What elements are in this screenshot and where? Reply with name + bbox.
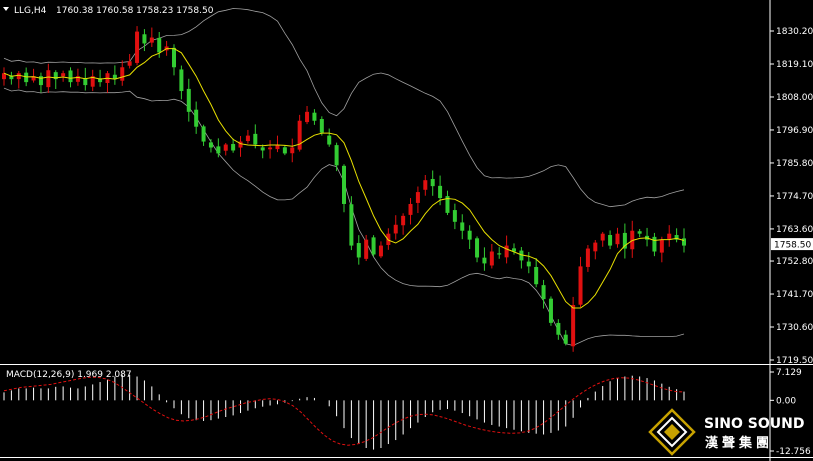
candle-body bbox=[378, 245, 383, 257]
candle-body bbox=[194, 109, 199, 127]
logo-chinese: 漢聲集團 bbox=[705, 435, 773, 451]
candle-body bbox=[452, 210, 457, 222]
current-price-marker: 1758.50 bbox=[771, 238, 813, 251]
ohlc-readout: 1760.38 1760.58 1758.23 1758.50 bbox=[56, 6, 214, 16]
candle-body bbox=[659, 239, 664, 253]
candle-body bbox=[297, 120, 302, 150]
candle-body bbox=[172, 47, 176, 68]
price-tick-label: 1830.20 bbox=[776, 27, 813, 37]
candle-body bbox=[342, 165, 346, 204]
candle-body bbox=[364, 239, 369, 259]
candle-body bbox=[637, 231, 642, 234]
macd-histogram bbox=[3, 374, 685, 450]
price-tick-label: 1796.90 bbox=[776, 126, 813, 136]
candle-body bbox=[393, 224, 398, 234]
candle-body bbox=[682, 238, 686, 246]
candle-body bbox=[282, 147, 287, 154]
macd-tick-label: 0.00 bbox=[776, 396, 796, 406]
candle-body bbox=[149, 37, 154, 43]
symbol-label: LLG,H4 bbox=[14, 6, 47, 16]
candle-body bbox=[245, 135, 250, 142]
candle-body bbox=[652, 236, 657, 252]
macd-axis: 7.129 0.00 -12.756 bbox=[770, 368, 811, 457]
candle-body bbox=[526, 261, 531, 267]
candle-body bbox=[290, 147, 295, 154]
candle-body bbox=[423, 180, 428, 190]
candle-body bbox=[438, 185, 443, 199]
candle-body bbox=[68, 70, 73, 83]
candle-body bbox=[534, 267, 539, 285]
candle-body bbox=[475, 238, 480, 258]
current-price-label: 1758.50 bbox=[774, 241, 811, 251]
chart-header: LLG,H4 1760.38 1760.58 1758.23 1758.50 bbox=[3, 6, 214, 16]
candle-body bbox=[334, 145, 339, 166]
candle-body bbox=[578, 266, 583, 305]
price-tick-label: 1785.80 bbox=[776, 159, 813, 169]
candle-body bbox=[201, 126, 206, 142]
candle-body bbox=[319, 119, 324, 133]
candle-body bbox=[16, 73, 21, 80]
macd-pane: MACD(12,26,9) 1.969 2.087 7.129 0.00 -12.7… bbox=[3, 368, 811, 457]
candle-body bbox=[593, 242, 598, 252]
price-tick-label: 1719.50 bbox=[776, 356, 813, 366]
candle-body bbox=[541, 285, 546, 300]
candle-body bbox=[608, 235, 613, 246]
candle-body bbox=[467, 230, 472, 240]
candle-body bbox=[504, 245, 509, 258]
price-tick-label: 1763.60 bbox=[776, 225, 813, 235]
candle-body bbox=[253, 133, 258, 145]
candle-body bbox=[142, 34, 147, 44]
candle-body bbox=[408, 203, 413, 215]
candle-body bbox=[127, 61, 132, 66]
candle-body bbox=[615, 233, 620, 245]
candle-body bbox=[260, 147, 265, 151]
candle-body bbox=[216, 146, 221, 154]
candle-body bbox=[482, 257, 487, 264]
price-tick-label: 1774.70 bbox=[776, 192, 813, 202]
candle-body bbox=[223, 144, 228, 151]
candle-body bbox=[120, 67, 125, 81]
candle-body bbox=[460, 222, 465, 231]
candle-body bbox=[312, 112, 317, 121]
candle-body bbox=[157, 37, 162, 53]
macd-label: MACD(12,26,9) 1.969 2.087 bbox=[6, 370, 132, 380]
price-tick-label: 1808.00 bbox=[776, 93, 813, 103]
candle-body bbox=[135, 31, 140, 63]
candle-body bbox=[46, 70, 51, 88]
trading-chart[interactable]: LLG,H4 1760.38 1760.58 1758.23 1758.50 1… bbox=[0, 0, 813, 461]
candle-body bbox=[415, 192, 420, 203]
candle-body bbox=[571, 305, 576, 347]
candle-body bbox=[327, 135, 332, 145]
price-tick-label: 1741.70 bbox=[776, 290, 813, 300]
candle-body bbox=[305, 111, 310, 123]
candle-body bbox=[61, 73, 66, 77]
candle-body bbox=[563, 334, 568, 344]
candle-body bbox=[401, 215, 406, 226]
candle-body bbox=[548, 298, 553, 323]
candle-body bbox=[667, 233, 672, 239]
candle-body bbox=[497, 253, 502, 255]
candle-body bbox=[356, 243, 361, 258]
price-tick-label: 1819.10 bbox=[776, 60, 813, 70]
price-tick-label: 1752.80 bbox=[776, 257, 813, 267]
candle-body bbox=[231, 144, 236, 151]
candle-body bbox=[349, 204, 354, 246]
candle-body bbox=[585, 248, 590, 267]
logo-english: SINO SOUND bbox=[704, 416, 804, 432]
candle-body bbox=[371, 237, 376, 255]
price-tick-label: 1730.60 bbox=[776, 323, 813, 333]
price-axis: 1830.20 1819.10 1808.00 1796.90 1785.80 1774.… bbox=[770, 27, 813, 366]
macd-tick-label: -12.756 bbox=[776, 447, 811, 457]
candle-body bbox=[208, 142, 213, 148]
candle-body bbox=[556, 322, 561, 335]
macd-tick-label: 7.129 bbox=[776, 368, 802, 378]
candle-body bbox=[430, 178, 435, 187]
candle-body bbox=[268, 147, 273, 150]
candle-body bbox=[489, 251, 494, 266]
candle-body bbox=[186, 88, 191, 112]
candle-body bbox=[600, 233, 605, 241]
candle-body bbox=[179, 69, 184, 92]
